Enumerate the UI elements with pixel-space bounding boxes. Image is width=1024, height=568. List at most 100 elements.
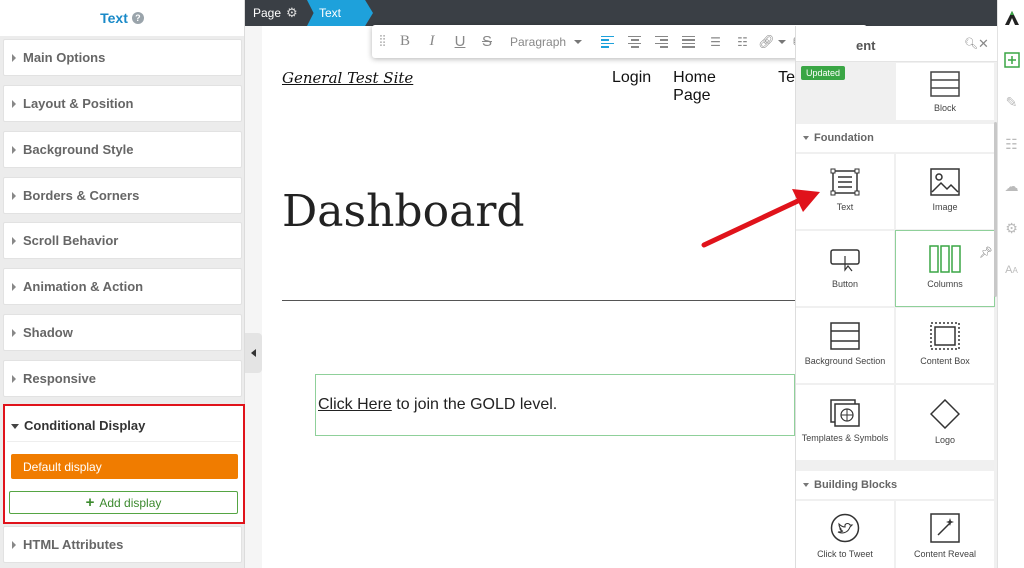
tile-text[interactable]: Text [796,154,894,229]
nav-link-login[interactable]: Login [612,69,651,105]
section-main-options[interactable]: Main Options [3,39,242,76]
editor-app: Text ? Main Options Layout & Position Ba… [0,0,1024,568]
align-right-icon[interactable] [648,25,675,58]
block-icon [930,71,960,97]
page-canvas: General Test Site Login Home Page Te Das… [262,26,795,568]
section-html-attributes[interactable]: HTML Attributes [3,526,242,563]
cta-text-element[interactable]: Click Here to join the GOLD level. [315,374,795,436]
paragraph-dropdown[interactable]: Paragraph [500,25,594,58]
tile-button[interactable]: Button [796,231,894,306]
chevron-left-icon [251,349,256,357]
caret-right-icon [12,328,16,337]
typography-icon[interactable]: AA [998,252,1024,288]
add-element-panel: ent 🔍︎ ✕ Updated Block Foundation Text I… [795,26,998,568]
tile-content-reveal[interactable]: Content Reveal [896,501,994,568]
bullet-list-icon[interactable]: ☰ [702,25,729,58]
tile-label: Logo [934,435,956,445]
tile-click-to-tweet[interactable]: Click to Tweet [796,501,894,568]
cta-link[interactable]: Click Here [318,396,392,414]
underline-icon[interactable]: U [446,25,474,58]
caret-right-icon [12,145,16,154]
tile-label: Button [831,279,859,289]
caret-right-icon [12,540,16,549]
tile-block[interactable]: Block [896,63,994,120]
brush-icon[interactable]: ✎ [998,84,1024,120]
section-label: Layout & Position [23,96,134,111]
pin-icon[interactable]: 📌︎ [979,246,993,259]
text-element-icon [830,168,860,196]
tile-templates-symbols[interactable]: Templates & Symbols [796,385,894,460]
align-left-icon[interactable] [594,25,621,58]
section-responsive[interactable]: Responsive [3,360,242,397]
tile-columns[interactable]: Columns [895,230,995,307]
nav-link-truncated[interactable]: Te [778,69,795,105]
italic-icon[interactable]: I [418,25,446,58]
tile-image[interactable]: Image [896,154,994,229]
drag-handle-icon[interactable]: ⁞⁞ [372,25,392,58]
section-shadow[interactable]: Shadow [3,314,242,351]
breadcrumb-bar: Page ⚙ Text [245,0,997,26]
gear-icon[interactable]: ⚙ [286,5,298,21]
section-conditional-display[interactable]: Conditional Display [7,410,241,442]
section-borders-corners[interactable]: Borders & Corners [3,177,242,214]
section-label: Background Style [23,142,134,157]
align-center-icon[interactable] [621,25,648,58]
section-scroll-behavior[interactable]: Scroll Behavior [3,222,242,259]
caret-down-icon [803,483,809,487]
app-logo-icon[interactable] [998,0,1024,36]
logo-a-icon [1004,11,1019,25]
section-layout-position[interactable]: Layout & Position [3,85,242,122]
element-panel-title: ent [856,38,876,53]
content-reveal-icon [930,513,960,543]
updated-badge: Updated [801,66,846,80]
numbered-list-icon[interactable]: ☷ [729,25,756,58]
caret-right-icon [12,374,16,383]
button-element-icon [830,249,860,272]
tile-label: Click to Tweet [817,549,873,559]
caret-right-icon [12,282,16,291]
help-icon[interactable]: ? [131,12,144,24]
settings-icon[interactable]: ⚙ [998,210,1024,246]
default-display-button[interactable]: Default display [11,454,238,479]
tile-logo[interactable]: Logo [896,385,994,460]
category-label: Building Blocks [814,479,898,491]
tile-label: Columns [927,279,963,289]
add-element-icon[interactable] [998,42,1024,78]
tile-background-section[interactable]: Background Section [796,308,894,383]
category-building-blocks[interactable]: Building Blocks [796,471,994,499]
image-icon [930,168,960,196]
tile-content-box[interactable]: Content Box [896,308,994,383]
align-justify-icon[interactable] [675,25,702,58]
cloud-download-icon[interactable]: ☁ [998,168,1024,204]
bold-icon[interactable]: B [392,25,418,58]
breadcrumb-page[interactable]: Page ⚙ [245,0,298,26]
link-icon[interactable]: 🔗︎ [756,25,788,58]
site-title[interactable]: General Test Site [282,69,413,87]
columns-icon [929,245,961,273]
breadcrumb-text[interactable]: Text [307,0,373,26]
section-animation-action[interactable]: Animation & Action [3,268,242,305]
section-background-style[interactable]: Background Style [3,131,242,168]
strikethrough-icon[interactable]: S [474,25,500,58]
tile-label: Content Box [920,356,970,366]
sliders-icon[interactable]: ☷ [998,126,1024,162]
section-label: Responsive [23,371,96,386]
logo-icon [930,399,960,429]
close-icon[interactable]: ✕ [978,36,989,52]
breadcrumb-page-label: Page [253,6,282,20]
caret-down-icon [11,424,19,429]
search-icon[interactable]: 🔍︎ [964,37,978,50]
nav-link-home[interactable]: Home Page [673,69,756,105]
caret-right-icon [12,53,16,62]
section-label: Shadow [23,325,73,340]
tile-label: Text [836,202,854,212]
page-heading[interactable]: Dashboard [282,186,525,237]
chevron-down-icon [777,39,786,44]
divider [282,300,795,301]
add-display-button[interactable]: + Add display [9,491,238,514]
tile-label: Image [932,202,958,212]
collapse-panel-button[interactable] [245,333,262,373]
category-foundation[interactable]: Foundation [796,124,994,152]
element-panel-header: ent 🔍︎ ✕ [796,26,998,62]
caret-right-icon [12,236,16,245]
